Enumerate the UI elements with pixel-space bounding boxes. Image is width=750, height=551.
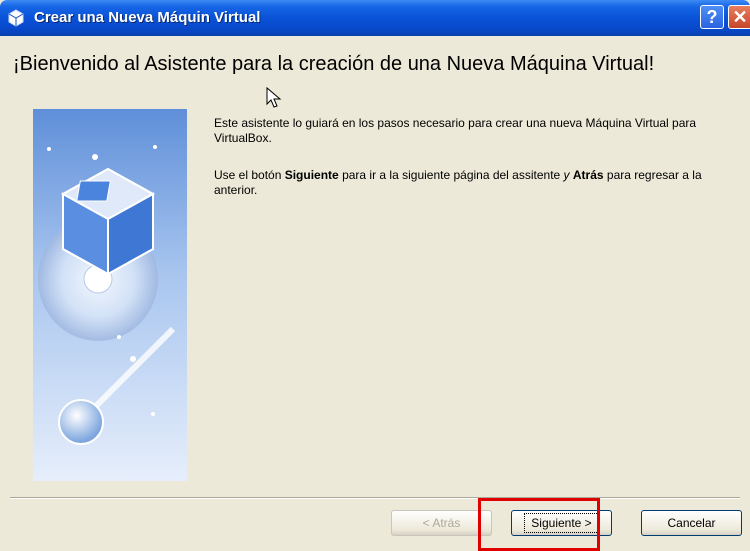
instructions-text: Use el botón Siguiente para ir a la sigu… [214,168,702,197]
help-button[interactable]: ? [700,5,724,29]
wizard-heading: ¡Bienvenido al Asistente para la creació… [13,53,655,75]
button-divider [10,497,740,499]
close-button[interactable]: ✕ [728,5,750,29]
cancel-button[interactable]: Cancelar [641,510,742,536]
wizard-window: Crear una Nueva Máquin Virtual ? ✕ ¡Bien… [0,0,750,551]
virtualbox-logo-icon [33,109,187,481]
virtualbox-app-icon [8,9,24,27]
highlight-box [478,498,600,551]
title-bar[interactable]: Crear una Nueva Máquin Virtual ? ✕ [0,0,750,36]
window-title: Crear una Nueva Máquin Virtual [34,9,261,26]
intro-text: Este asistente lo guiará en los pasos ne… [214,116,697,145]
back-button[interactable]: < Atrás [391,510,492,536]
mouse-cursor-icon [266,86,282,108]
